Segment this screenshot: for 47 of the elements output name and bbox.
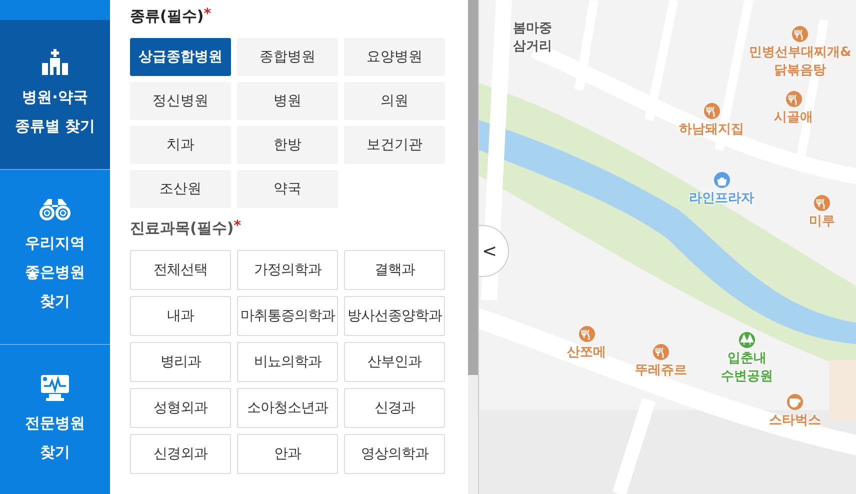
required-mark: * xyxy=(204,5,212,24)
option-button[interactable]: 영상의학과 xyxy=(344,434,445,474)
option-button[interactable]: 성형외과 xyxy=(130,388,231,428)
utensils-icon[interactable] xyxy=(578,326,594,342)
option-button[interactable]: 종합병원 xyxy=(237,38,338,76)
option-button[interactable]: 병원 xyxy=(237,82,338,120)
option-button[interactable]: 내과 xyxy=(130,296,231,336)
required-mark: * xyxy=(234,217,242,236)
option-button[interactable]: 요양병원 xyxy=(344,38,445,76)
option-button[interactable]: 치과 xyxy=(130,126,231,164)
option-button[interactable]: 소아청소년과 xyxy=(237,388,338,428)
option-button[interactable]: 정신병원 xyxy=(130,82,231,120)
map-view[interactable]: 봄마중 삼거리 민병선부대찌개& 닭볶음탕 하남돼지집 시골애 라인프라자 미루 산쪼메 뚜레쥬르 입춘내 수변공원 스타벅스 < xyxy=(478,0,856,494)
binoculars-icon xyxy=(39,198,71,220)
option-button[interactable]: 신경외과 xyxy=(130,434,231,474)
utensils-icon[interactable] xyxy=(786,91,802,107)
option-button[interactable]: 마취통증의학과 xyxy=(237,296,338,336)
option-button[interactable]: 전체선택 xyxy=(130,250,231,290)
option-button[interactable]: 신경과 xyxy=(344,388,445,428)
section-heading: 진료과목(필수) xyxy=(130,218,234,239)
option-button[interactable]: 의원 xyxy=(344,82,445,120)
tree-icon[interactable] xyxy=(739,332,755,348)
utensils-icon[interactable] xyxy=(792,26,808,42)
option-button[interactable]: 상급종합병원 xyxy=(130,38,231,76)
scrollbar[interactable] xyxy=(468,0,478,494)
scroll-thumb[interactable] xyxy=(468,0,478,375)
utensils-icon[interactable] xyxy=(704,103,720,119)
utensils-icon[interactable] xyxy=(653,344,669,360)
option-button[interactable]: 안과 xyxy=(237,434,338,474)
cup-icon[interactable] xyxy=(787,394,803,410)
section-heading: 종류(필수) xyxy=(130,6,204,27)
option-button[interactable]: 산부인과 xyxy=(344,342,445,382)
utensils-icon[interactable] xyxy=(814,195,830,211)
option-button[interactable]: 결핵과 xyxy=(344,250,445,290)
place-label[interactable]: 봄마중 삼거리 xyxy=(513,20,552,56)
sidebar-menu-item[interactable]: 병원·약국 종류별 찾기 xyxy=(0,20,110,170)
option-button[interactable]: 병리과 xyxy=(130,342,231,382)
option-button[interactable]: 비뇨의학과 xyxy=(237,342,338,382)
option-button[interactable]: 약국 xyxy=(237,170,338,208)
option-button[interactable]: 한방 xyxy=(237,126,338,164)
option-button[interactable]: 조산원 xyxy=(130,170,231,208)
hospital-icon xyxy=(41,48,69,74)
option-button[interactable]: 방사선종양학과 xyxy=(344,296,445,336)
option-button[interactable]: 보건기관 xyxy=(344,126,445,164)
monitor-icon xyxy=(40,372,70,400)
option-button[interactable]: 가정의학과 xyxy=(237,250,338,290)
shopping-bag-icon[interactable] xyxy=(714,172,730,188)
